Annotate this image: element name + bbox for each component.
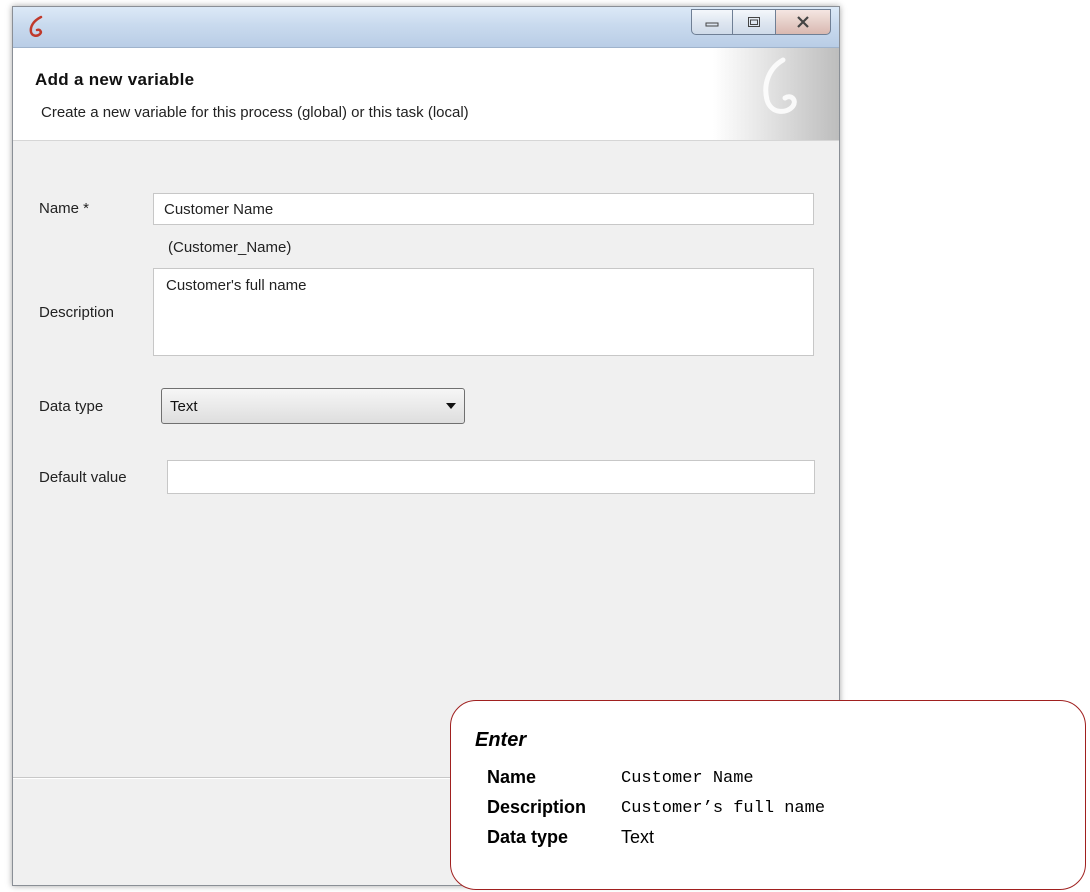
header-logo-icon: [763, 57, 797, 114]
name-input[interactable]: [153, 193, 814, 225]
data-type-label: Data type: [39, 398, 104, 415]
callout-value-name: Customer Name: [621, 769, 754, 788]
wizard-header: Add a new variable Create a new variable…: [13, 48, 839, 141]
description-text: Customer's full name: [166, 277, 307, 294]
callout-title: Enter: [475, 729, 527, 751]
callout-key-data-type: Data type: [487, 827, 569, 847]
description-label: Description: [39, 304, 115, 321]
data-type-selected: Text: [170, 397, 198, 415]
callout-value-description: Customer’s full name: [621, 799, 826, 818]
name-id-hint: (Customer_Name): [168, 239, 292, 256]
minimize-icon: [705, 22, 719, 27]
description-textarea[interactable]: Customer's full name: [153, 268, 814, 356]
maximize-button[interactable]: [732, 9, 776, 35]
name-label: Name *: [39, 200, 90, 217]
close-icon: [797, 16, 809, 28]
page-subtitle: Create a new variable for this process (…: [41, 104, 469, 121]
window-controls: [691, 9, 831, 35]
close-button[interactable]: [775, 9, 831, 35]
minimize-button[interactable]: [691, 9, 733, 35]
callout-key-name: Name: [487, 767, 537, 787]
page-title: Add a new variable: [35, 70, 195, 89]
instruction-callout: Enter Name Customer Name Description Cus…: [450, 700, 1086, 890]
app-logo-icon: [29, 15, 43, 37]
maximize-icon: [748, 17, 760, 27]
callout-key-description: Description: [487, 797, 587, 817]
chevron-down-icon: [446, 403, 456, 409]
title-bar[interactable]: [13, 7, 839, 48]
header-logo-banner: [713, 48, 839, 140]
data-type-select[interactable]: Text: [161, 388, 465, 424]
callout-value-data-type: Text: [621, 827, 655, 847]
default-value-label: Default value: [39, 469, 127, 486]
default-value-input[interactable]: [167, 460, 815, 494]
